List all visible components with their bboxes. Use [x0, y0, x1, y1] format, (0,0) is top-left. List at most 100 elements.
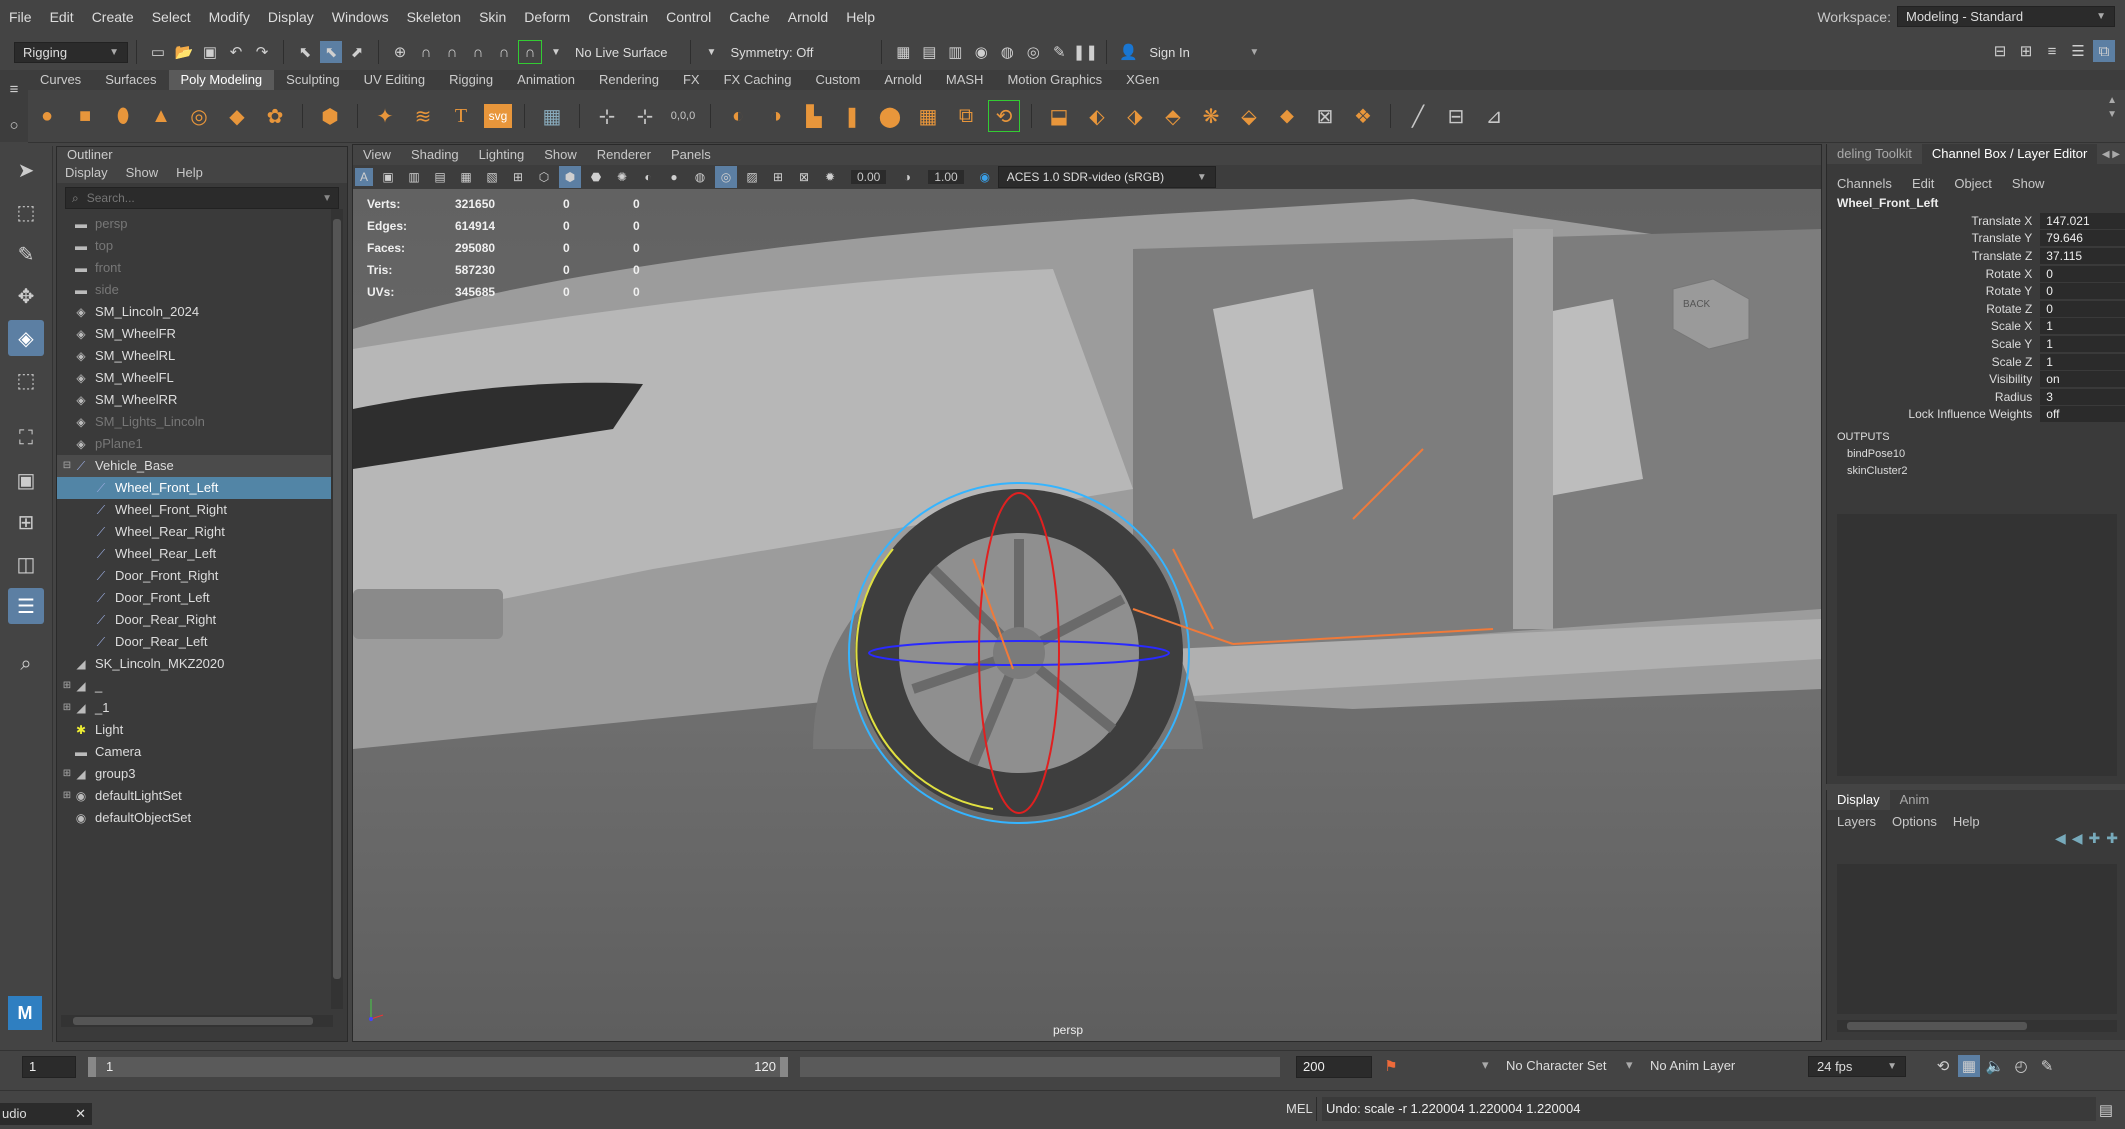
viewport-scene[interactable]: BACK: [353, 189, 1821, 1041]
channel-value-field[interactable]: 0: [2040, 265, 2125, 282]
range-slider-track[interactable]: [800, 1057, 1280, 1077]
channel-box-menu-item[interactable]: Object: [1954, 176, 1992, 191]
snap-live-icon[interactable]: ∩: [518, 40, 542, 64]
poly-disc-icon[interactable]: ✿: [260, 101, 290, 131]
render-sequence-icon[interactable]: ▦: [892, 41, 914, 63]
ipr-render-icon[interactable]: ▥: [944, 41, 966, 63]
fill-hole-icon[interactable]: ⬘: [1158, 101, 1188, 131]
reduce-icon[interactable]: ▦: [913, 101, 943, 131]
pivot-icon[interactable]: ⊹: [592, 101, 622, 131]
outliner-item[interactable]: ◈ SM_WheelFR: [57, 323, 331, 345]
shelf-tab[interactable]: FX: [671, 70, 712, 90]
scroll-thumb[interactable]: [333, 219, 341, 979]
menu-item[interactable]: Constrain: [579, 0, 657, 34]
exposure-icon[interactable]: ✹: [819, 166, 841, 188]
menu-item[interactable]: File: [0, 0, 41, 34]
expand-toggle-icon[interactable]: ⊟: [61, 455, 73, 477]
gamma-icon[interactable]: ◑: [896, 166, 918, 188]
snap-surface-icon[interactable]: ∩: [493, 41, 515, 63]
expand-toggle-icon[interactable]: ⊞: [61, 697, 73, 719]
channel-label[interactable]: Scale X: [1827, 319, 2040, 333]
end-frame-field[interactable]: 200: [1296, 1056, 1372, 1078]
wedge-icon[interactable]: ⬥: [1272, 101, 1302, 131]
insert-edge-loop-icon[interactable]: ⊟: [1441, 101, 1471, 131]
select-component-icon[interactable]: ⬈: [346, 41, 368, 63]
shelf-tab[interactable]: Sculpting: [274, 70, 351, 90]
offset-edge-loop-icon[interactable]: ⊿: [1479, 101, 1509, 131]
channel-label[interactable]: Lock Influence Weights: [1827, 407, 2040, 421]
xray-icon[interactable]: ▨: [741, 166, 763, 188]
chevron-down-icon[interactable]: ▼: [322, 193, 332, 204]
outliner-item[interactable]: ⟋ Wheel_Rear_Left: [57, 543, 331, 565]
command-language[interactable]: MEL: [1286, 1101, 1313, 1116]
expand-toggle-icon[interactable]: ⊞: [61, 785, 73, 807]
channel-value-field[interactable]: 0: [2040, 283, 2125, 300]
outliner-item[interactable]: ◈ pPlane1: [57, 433, 331, 455]
image-plane-icon[interactable]: ▤: [429, 166, 451, 188]
menu-item[interactable]: Windows: [323, 0, 398, 34]
cleanup-icon[interactable]: ⟲: [988, 100, 1020, 132]
sign-in-dropdown[interactable]: Sign In ▼: [1141, 42, 1268, 62]
chamfer-icon[interactable]: ❖: [1348, 101, 1378, 131]
layer-scrollbar[interactable]: [1837, 1020, 2117, 1032]
output-node[interactable]: bindPose10: [1837, 446, 2125, 463]
camera-attr-icon[interactable]: ▣: [377, 166, 399, 188]
color-space-dropdown[interactable]: ACES 1.0 SDR-video (sRGB) ▼: [997, 166, 1216, 188]
modeling-toolkit-icon[interactable]: ⊟: [1989, 40, 2011, 62]
viewport-menu-item[interactable]: Lighting: [479, 145, 525, 165]
outliner-item[interactable]: ◉ defaultObjectSet: [57, 807, 331, 829]
merge-icon[interactable]: ⬙: [1234, 101, 1264, 131]
snap-curve-icon[interactable]: ∩: [415, 41, 437, 63]
start-frame-field[interactable]: 1: [22, 1056, 76, 1078]
outliner-item[interactable]: ▬ top: [57, 235, 331, 257]
open-scene-icon[interactable]: 📂: [173, 41, 195, 63]
bridge-icon[interactable]: ⬖: [1082, 101, 1112, 131]
layer-editor-tab[interactable]: Anim: [1890, 790, 1940, 810]
expand-toggle-icon[interactable]: ⊞: [61, 763, 73, 785]
channel-label[interactable]: Translate X: [1827, 214, 2040, 228]
poly-sphere-icon[interactable]: ●: [32, 101, 62, 131]
menu-item[interactable]: Skeleton: [398, 0, 470, 34]
channel-value-field[interactable]: 1: [2040, 318, 2125, 335]
booleans-icon[interactable]: ❚: [837, 101, 867, 131]
range-end-handle[interactable]: [780, 1057, 788, 1077]
search-input[interactable]: [84, 190, 323, 206]
channel-label[interactable]: Translate Y: [1827, 231, 2040, 245]
channel-label[interactable]: Radius: [1827, 390, 2040, 404]
outliner-item[interactable]: ▬ side: [57, 279, 331, 301]
chevron-down-icon[interactable]: ▾: [1626, 1057, 1633, 1073]
tool-settings-icon[interactable]: ≡: [2041, 40, 2063, 62]
ambient-occlusion-icon[interactable]: ●: [663, 166, 685, 188]
viewport-menu-item[interactable]: Shading: [411, 145, 459, 165]
move-layer-down-icon[interactable]: ◀: [2072, 830, 2083, 847]
channel-value-field[interactable]: on: [2040, 371, 2125, 388]
chevron-down-icon[interactable]: ▾: [1482, 1057, 1489, 1073]
channel-value-field[interactable]: 37.115: [2040, 247, 2125, 264]
snap-plane-icon[interactable]: ∩: [467, 41, 489, 63]
output-node[interactable]: skinCluster2: [1837, 463, 2125, 480]
outliner-item[interactable]: ⟋ Wheel_Front_Right: [57, 499, 331, 521]
arnold-render-icon[interactable]: ◎: [1022, 41, 1044, 63]
viewport-menu-item[interactable]: Panels: [671, 145, 711, 165]
outliner-item[interactable]: ▬ persp: [57, 213, 331, 235]
live-surface-field[interactable]: No Live Surface: [575, 45, 668, 60]
new-layer-selected-icon[interactable]: ✚: [2106, 830, 2118, 847]
channel-box-toggle-icon[interactable]: ⧉: [2093, 40, 2115, 62]
outliner-menu-item[interactable]: Help: [176, 163, 203, 183]
menu-item[interactable]: Create: [83, 0, 143, 34]
menu-item[interactable]: Display: [259, 0, 323, 34]
channel-box-menu-item[interactable]: Edit: [1912, 176, 1934, 191]
last-tool-icon[interactable]: ⛶: [8, 420, 44, 456]
outliner-item[interactable]: ⟋ Door_Front_Left: [57, 587, 331, 609]
layer-editor-tab[interactable]: Display: [1827, 790, 1890, 810]
channel-label[interactable]: Translate Z: [1827, 249, 2040, 263]
poke-icon[interactable]: ⊠: [1310, 101, 1340, 131]
smooth-icon[interactable]: ⬤: [875, 101, 905, 131]
super-shape-icon[interactable]: ✦: [370, 101, 400, 131]
select-hierarchy-icon[interactable]: ⬉: [294, 41, 316, 63]
outliner-item[interactable]: ⊟ ⟋ Vehicle_Base: [57, 455, 331, 477]
platonic-solid-icon[interactable]: ⬢: [315, 101, 345, 131]
character-set-field[interactable]: No Character Set: [1506, 1058, 1606, 1073]
fps-dropdown[interactable]: 24 fps ▼: [1808, 1056, 1906, 1077]
far-clip-field[interactable]: 1.00: [928, 170, 964, 184]
